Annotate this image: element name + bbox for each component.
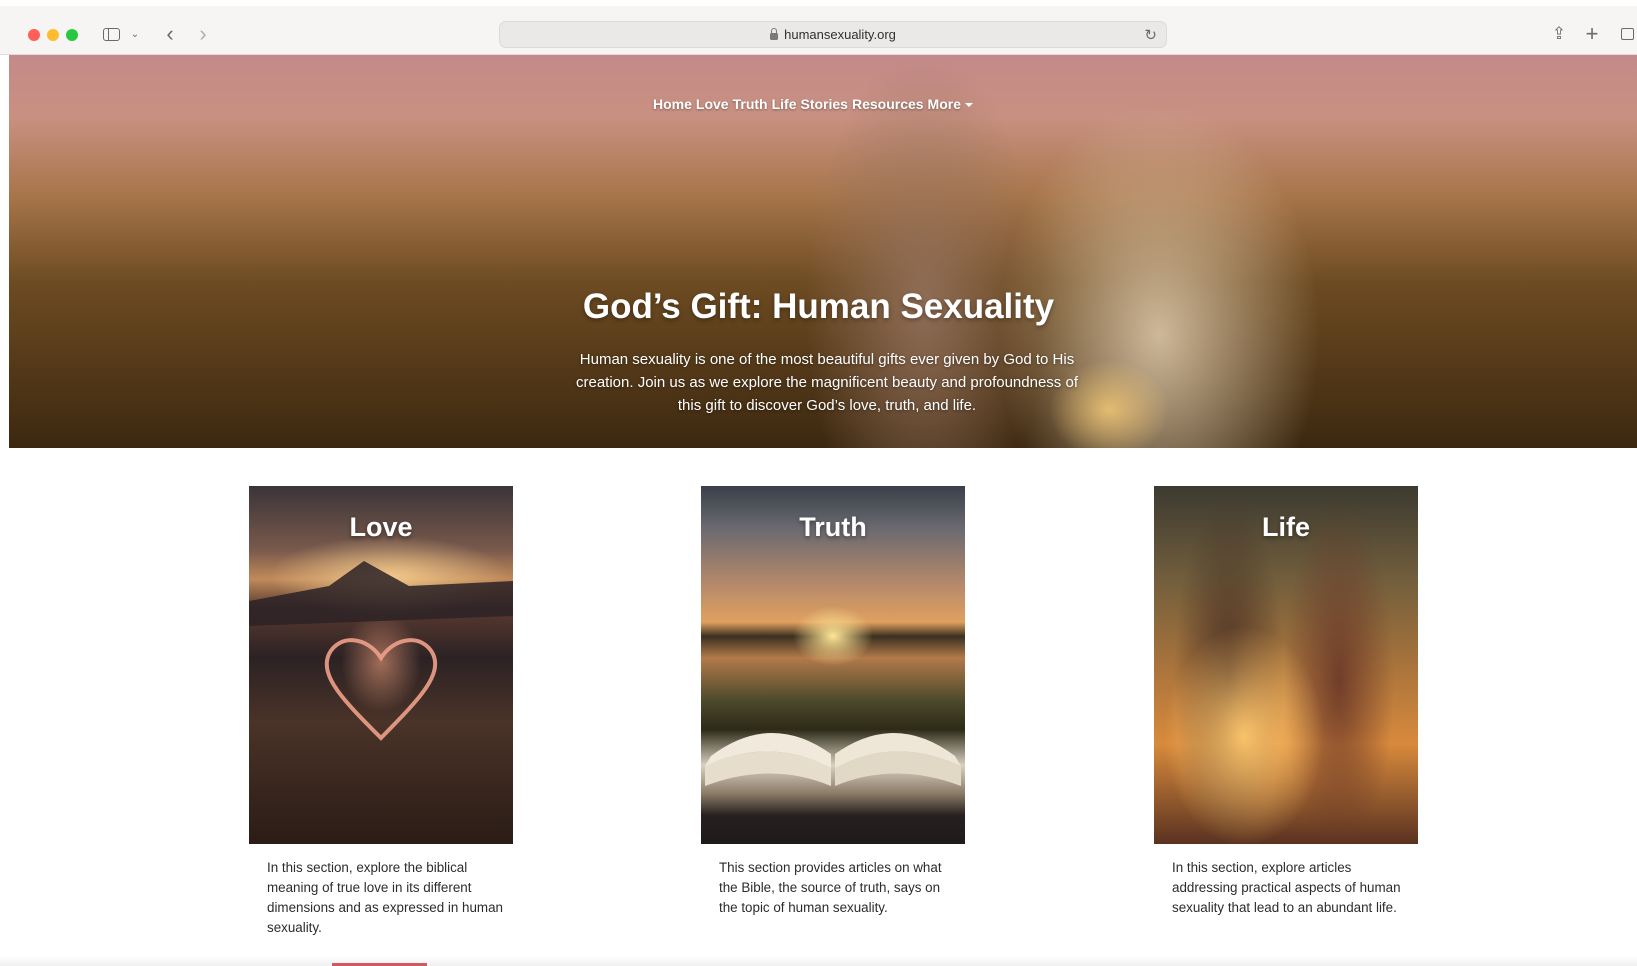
close-window-button[interactable] [28,29,40,41]
main-nav: Home Love Truth Life Stories Resources M… [9,96,1637,112]
chevron-right-icon[interactable]: › [193,21,213,47]
caret-down-icon [965,103,973,108]
card-title-love: Love [349,512,413,542]
hero-banner: Home Love Truth Life Stories Resources M… [9,55,1637,448]
chevron-left-icon[interactable]: ‹ [160,21,180,47]
chevron-down-icon[interactable]: ⌄ [128,21,142,47]
nav-more-label: More [927,96,961,112]
hero-description: Human sexuality is one of the most beaut… [576,351,1078,414]
sidebar-icon [102,27,120,41]
tabs-icon[interactable] [1617,21,1637,47]
card-title-truth: Truth [799,512,867,542]
browser-toolbar: ⌄ ‹ › humansexuality.org ↻ ⇪ + [0,6,1637,55]
url-text: humansexuality.org [784,27,896,42]
page-bottom-edge [0,955,1637,966]
card-truth[interactable]: Truth This section provides articles on … [701,486,965,918]
sidebar-toggle-button[interactable] [100,21,122,47]
lock-icon [770,28,779,40]
page-title: God’s Gift: Human Sexuality [582,287,1055,326]
card-life[interactable]: Life In this section, explore articles a… [1154,486,1418,918]
card-title-life: Life [1261,512,1310,542]
plus-icon[interactable]: + [1582,21,1602,47]
love-image[interactable]: Love [249,486,513,844]
zoom-window-button[interactable] [66,29,78,41]
share-icon[interactable]: ⇪ [1549,21,1569,47]
reload-icon[interactable]: ↻ [1144,26,1157,44]
life-image[interactable]: Life [1154,486,1418,844]
card-love[interactable]: Love In this section, explore the biblic… [249,486,513,938]
address-bar[interactable]: humansexuality.org ↻ [499,21,1167,48]
card-description-life: In this section, explore articles addres… [1172,860,1401,915]
minimize-window-button[interactable] [47,29,59,41]
card-description-love: In this section, explore the biblical me… [267,860,503,935]
truth-image[interactable]: Truth [701,486,965,844]
nav-more-dropdown[interactable]: More [916,96,985,112]
card-description-truth: This section provides articles on what t… [719,860,942,915]
